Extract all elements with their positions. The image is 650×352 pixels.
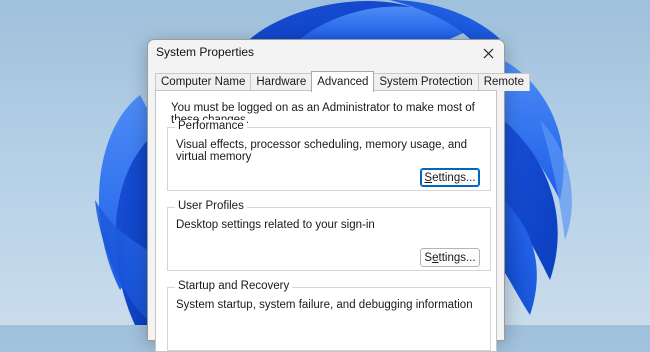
user-profiles-group-label: User Profiles <box>175 200 247 212</box>
user-profiles-settings-prefix: S <box>424 252 433 264</box>
startup-recovery-group: Startup and Recovery System startup, sys… <box>167 280 491 351</box>
tab-computer-name[interactable]: Computer Name <box>155 73 252 91</box>
startup-recovery-description: System startup, system failure, and debu… <box>176 299 473 311</box>
tab-advanced[interactable]: Advanced <box>311 71 375 92</box>
title-bar[interactable]: System Properties <box>148 40 504 70</box>
advanced-tab-panel: You must be logged on as an Administrato… <box>155 90 497 352</box>
performance-settings-label: ettings... <box>432 172 476 184</box>
startup-recovery-group-label: Startup and Recovery <box>175 280 293 292</box>
tab-system-protection[interactable]: System Protection <box>373 73 479 91</box>
system-properties-dialog: System Properties Computer Name Hardware… <box>147 39 530 352</box>
user-profiles-settings-label: ttings... <box>438 252 476 264</box>
tab-hardware[interactable]: Hardware <box>250 73 313 91</box>
user-profiles-description: Desktop settings related to your sign-in <box>176 219 375 231</box>
tab-remote[interactable]: Remote <box>477 73 530 91</box>
performance-group-label: Performance <box>175 120 247 132</box>
tab-strip: Computer Name Hardware Advanced System P… <box>155 71 530 92</box>
performance-group: Performance Visual effects, processor sc… <box>167 120 491 191</box>
performance-settings-button[interactable]: Settings... <box>420 168 480 187</box>
close-icon <box>483 48 493 58</box>
performance-settings-accel: S <box>424 172 433 184</box>
user-profiles-settings-button[interactable]: Settings... <box>420 248 480 267</box>
close-button[interactable] <box>476 42 500 64</box>
dialog-title: System Properties <box>156 45 255 59</box>
performance-description: Visual effects, processor scheduling, me… <box>176 139 468 163</box>
user-profiles-group: User Profiles Desktop settings related t… <box>167 200 491 271</box>
